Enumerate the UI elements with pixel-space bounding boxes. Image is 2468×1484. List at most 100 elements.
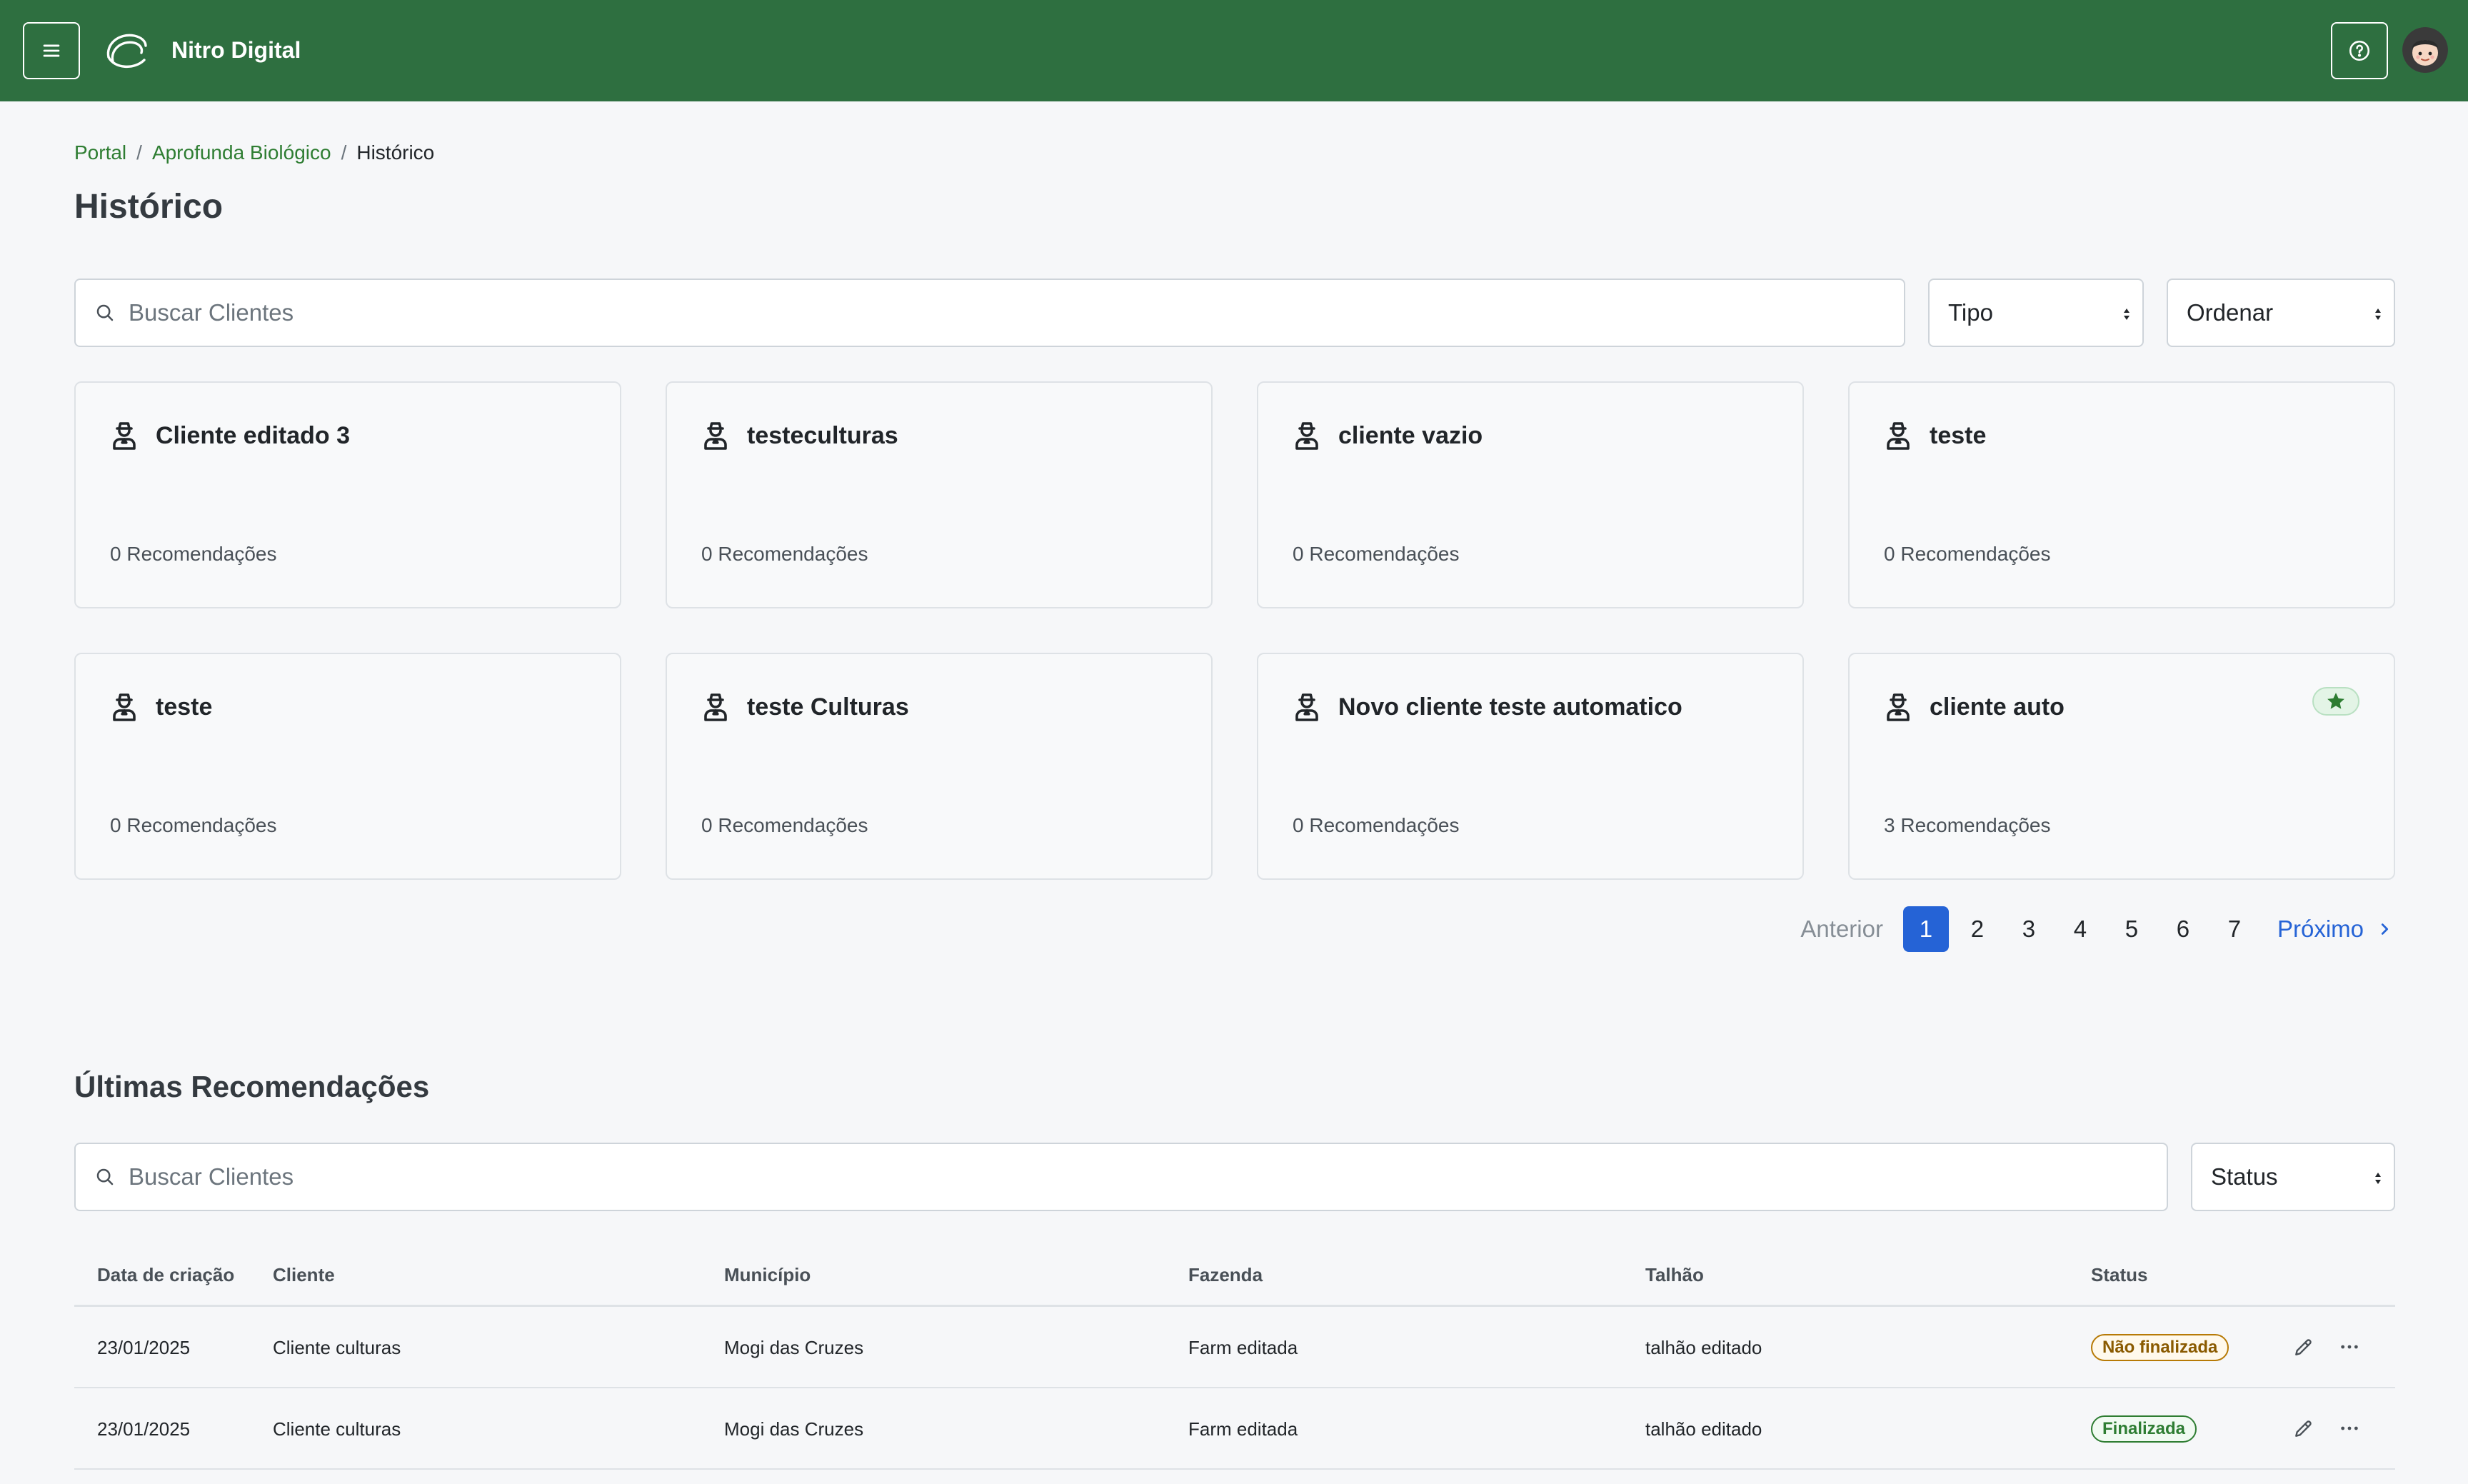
edit-button[interactable] <box>2289 1333 2318 1361</box>
cell-city: Mogi das Cruzes <box>724 1337 864 1358</box>
client-card-recommendations: 0 Recomendações <box>701 543 868 565</box>
breadcrumb-portal[interactable]: Portal <box>74 140 126 166</box>
column-client[interactable]: Cliente <box>273 1257 335 1293</box>
top-navbar: Nitro Digital <box>0 0 2468 101</box>
pagination-page-4[interactable]: 4 <box>2057 906 2103 952</box>
column-farm[interactable]: Fazenda <box>1188 1257 1263 1293</box>
status-badge: Não finalizada <box>2091 1334 2229 1361</box>
client-card-name: teste <box>156 693 213 721</box>
brand-name[interactable]: Nitro Digital <box>171 33 301 67</box>
more-options-button[interactable] <box>2335 1333 2364 1361</box>
column-city[interactable]: Município <box>724 1257 811 1293</box>
table-row[interactable]: 23/01/2025 Cliente culturas Mogi das Cruze… <box>74 1388 2395 1470</box>
table-header: Data de criação Cliente Município Fazend… <box>74 1257 2395 1307</box>
farmer-icon <box>1295 422 1318 450</box>
help-icon <box>2349 40 2370 61</box>
chevron-right-icon <box>2381 923 2389 935</box>
pagination-next[interactable]: Próximo <box>2277 916 2392 943</box>
select-arrows-icon <box>2375 309 2381 320</box>
client-card-name: teste <box>1930 422 1987 449</box>
client-card-name: Novo cliente teste automatico <box>1338 693 1682 721</box>
client-search-box[interactable] <box>74 279 1905 347</box>
cell-date: 23/01/2025 <box>97 1337 191 1358</box>
more-options-button[interactable] <box>2335 1414 2364 1443</box>
cell-plot: talhão editado <box>1645 1418 1762 1440</box>
cell-client: Cliente culturas <box>273 1418 401 1440</box>
pagination-page-2[interactable]: 2 <box>1955 906 2000 952</box>
pagination-previous[interactable]: Anterior <box>1800 916 1883 943</box>
column-status[interactable]: Status <box>2091 1257 2147 1293</box>
breadcrumb-current: Histórico <box>356 141 435 164</box>
pagination: Anterior 1 2 3 4 5 6 7 Próximo <box>1800 906 2392 953</box>
pagination-page-7[interactable]: 7 <box>2212 906 2257 952</box>
edit-button[interactable] <box>2289 1414 2318 1443</box>
cell-farm: Farm editada <box>1188 1418 1298 1440</box>
user-avatar[interactable] <box>2402 27 2448 73</box>
client-card[interactable]: cliente vazio 0 Recomendações <box>1257 381 1804 608</box>
pencil-icon <box>2295 1420 2312 1437</box>
cell-client: Cliente culturas <box>273 1337 401 1358</box>
farmer-icon <box>113 422 136 450</box>
search-icon <box>96 1168 114 1185</box>
column-plot[interactable]: Talhão <box>1645 1257 1704 1293</box>
avatar-icon <box>2402 27 2448 73</box>
client-card-recommendations: 0 Recomendações <box>701 814 868 836</box>
client-card[interactable]: Novo cliente teste automatico 0 Recomenda… <box>1257 653 1804 880</box>
client-card-recommendations: 0 Recomendações <box>1293 543 1460 565</box>
client-card[interactable]: testeculturas 0 Recomendações <box>666 381 1213 608</box>
breadcrumb-aprofunda[interactable]: Aprofunda Biológico <box>152 140 331 166</box>
ordenar-select[interactable]: Ordenar <box>2167 279 2395 347</box>
farmer-icon <box>704 422 727 450</box>
client-card-name: teste Culturas <box>747 693 909 721</box>
recommendation-search-box[interactable] <box>74 1143 2168 1211</box>
recommendations-section-title: Últimas Recomendações <box>74 1070 430 1103</box>
pagination-page-6[interactable]: 6 <box>2160 906 2206 952</box>
select-arrows-icon <box>2375 1173 2381 1184</box>
client-card[interactable]: teste Culturas 0 Recomendações <box>666 653 1213 880</box>
farmer-icon <box>704 693 727 721</box>
client-search-input[interactable] <box>129 280 1904 346</box>
cell-city: Mogi das Cruzes <box>724 1418 864 1440</box>
farmer-icon <box>1887 693 1910 721</box>
pencil-icon <box>2295 1339 2312 1355</box>
pagination-next-label: Próximo <box>2277 916 2364 942</box>
client-card-name: testeculturas <box>747 422 898 449</box>
column-date[interactable]: Data de criação <box>97 1257 234 1293</box>
client-card[interactable]: teste 0 Recomendações <box>1848 381 2395 608</box>
tipo-select-value: Tipo <box>1948 299 1993 326</box>
client-card[interactable]: cliente auto 3 Recomendações <box>1848 653 2395 880</box>
client-card-recommendations: 0 Recomendações <box>110 814 277 836</box>
cell-date: 23/01/2025 <box>97 1418 191 1440</box>
pagination-page-1[interactable]: 1 <box>1902 906 1949 952</box>
recommendation-search-input[interactable] <box>129 1144 2167 1210</box>
pagination-page-5[interactable]: 5 <box>2109 906 2155 952</box>
client-card-recommendations: 3 Recomendações <box>1884 814 2051 836</box>
menu-button[interactable] <box>23 22 80 79</box>
client-card-recommendations: 0 Recomendações <box>1293 814 1460 836</box>
favorite-badge[interactable] <box>2312 687 2359 716</box>
search-icon <box>96 304 114 321</box>
page-title: Histórico <box>74 188 224 226</box>
menu-icon <box>43 44 60 57</box>
status-select[interactable]: Status <box>2191 1143 2395 1211</box>
cell-plot: talhão editado <box>1645 1337 1762 1358</box>
client-card[interactable]: Cliente editado 3 0 Recomendações <box>74 381 621 608</box>
star-icon <box>2327 693 2344 709</box>
farmer-icon <box>1887 422 1910 450</box>
tipo-select[interactable]: Tipo <box>1928 279 2144 347</box>
client-card-recommendations: 0 Recomendações <box>110 543 277 565</box>
pagination-page-3[interactable]: 3 <box>2006 906 2052 952</box>
client-card-name: Cliente editado 3 <box>156 422 351 449</box>
select-arrows-icon <box>2124 309 2130 320</box>
logo-icon[interactable] <box>103 29 149 73</box>
client-card[interactable]: teste 0 Recomendações <box>74 653 621 880</box>
status-badge: Finalizada <box>2091 1415 2197 1443</box>
client-card-name: cliente auto <box>1930 693 2065 721</box>
help-button[interactable] <box>2331 22 2388 79</box>
cell-farm: Farm editada <box>1188 1337 1298 1358</box>
farmer-icon <box>1295 693 1318 721</box>
farmer-icon <box>113 693 136 721</box>
client-card-recommendations: 0 Recomendações <box>1884 543 2051 565</box>
status-select-value: Status <box>2211 1163 2278 1190</box>
table-row[interactable]: 23/01/2025 Cliente culturas Mogi das Cruze… <box>74 1307 2395 1388</box>
